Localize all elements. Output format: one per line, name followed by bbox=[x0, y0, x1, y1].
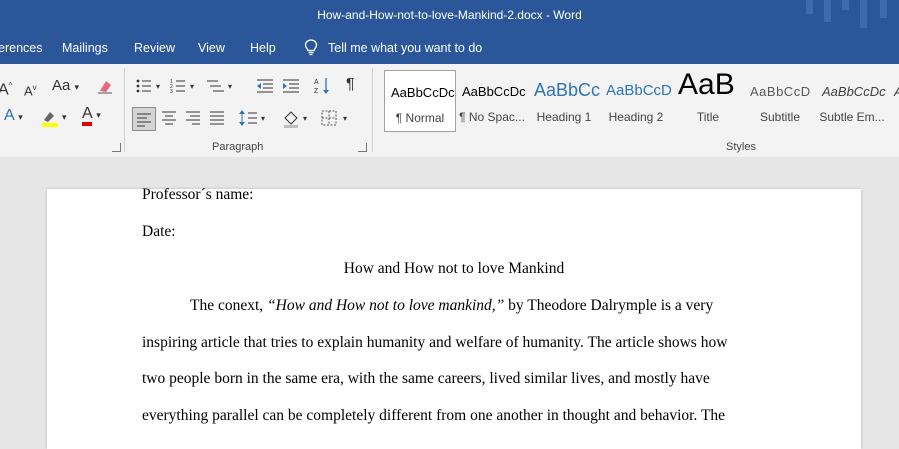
style-preview: AaBbCcD bbox=[606, 82, 672, 99]
svg-text:▾: ▾ bbox=[343, 114, 347, 123]
style-no-spacing[interactable]: AaBbCcDc ¶ No Spac... bbox=[456, 70, 528, 132]
change-case-button[interactable]: Aa ▾ bbox=[52, 78, 79, 95]
svg-text:▾: ▾ bbox=[228, 82, 232, 91]
line-spacing-icon[interactable]: ▾ bbox=[238, 108, 268, 132]
style-label: Title bbox=[696, 110, 720, 124]
highlight-icon[interactable]: ▾ bbox=[40, 108, 70, 132]
tab-help[interactable]: Help bbox=[250, 41, 276, 55]
bullets-icon[interactable]: ▾ bbox=[136, 78, 164, 98]
text-effects-button[interactable]: A ▾ bbox=[4, 108, 23, 125]
style-preview: AaBbCc bbox=[534, 80, 600, 100]
style-more[interactable]: A bbox=[888, 70, 899, 132]
paragraph-line: two people born in the same era, with th… bbox=[142, 370, 710, 387]
tab-review[interactable]: Review bbox=[134, 41, 175, 55]
increase-indent-icon[interactable] bbox=[282, 78, 300, 98]
style-label: Subtle Em... bbox=[819, 110, 885, 124]
titlebar-decoration bbox=[880, 0, 887, 18]
title-bar: How-and-How-not-to-love-Mankind-2.docx -… bbox=[0, 0, 899, 32]
style-title[interactable]: AaB Title bbox=[672, 70, 744, 132]
document-area[interactable]: Professor´s name: Date: How and How not … bbox=[0, 157, 899, 449]
style-preview: A bbox=[888, 84, 899, 99]
show-marks-button[interactable]: ¶ bbox=[346, 77, 355, 93]
svg-text:▾: ▾ bbox=[190, 82, 194, 91]
ribbon-tabs: erences Mailings Review View Help Tell m… bbox=[0, 32, 899, 64]
shrink-font-button[interactable]: Av bbox=[24, 80, 37, 99]
titlebar-decoration bbox=[842, 0, 849, 10]
titlebar-decoration bbox=[806, 0, 813, 14]
style-heading-2[interactable]: AaBbCcD Heading 2 bbox=[600, 70, 672, 132]
align-left-icon[interactable] bbox=[132, 107, 156, 131]
style-subtitle[interactable]: AaBbCcD Subtitle bbox=[744, 70, 816, 132]
tab-references[interactable]: erences bbox=[0, 41, 42, 55]
grow-font-button[interactable]: A^ bbox=[0, 78, 12, 98]
sort-icon[interactable]: AZ bbox=[314, 76, 332, 100]
style-preview: AaBbCcDc bbox=[391, 85, 455, 100]
style-label: Heading 1 bbox=[536, 110, 592, 124]
paragraph-line: everything parallel can be completely di… bbox=[142, 407, 726, 424]
date-line: Date: bbox=[142, 223, 176, 240]
svg-text:▾: ▾ bbox=[303, 114, 307, 123]
font-dialog-launcher[interactable] bbox=[112, 143, 121, 152]
style-normal[interactable]: AaBbCcDc ¶ Normal bbox=[384, 70, 456, 132]
svg-text:Z: Z bbox=[314, 88, 319, 95]
align-center-icon[interactable] bbox=[160, 108, 178, 132]
document-page[interactable]: Professor´s name: Date: How and How not … bbox=[47, 186, 861, 449]
paragraph-dialog-launcher[interactable] bbox=[358, 143, 367, 152]
professor-name-line: Professor´s name: bbox=[142, 186, 254, 203]
paragraph-rest: by Theodore Dalrymple is a very bbox=[504, 297, 714, 314]
tell-me-label: Tell me what you want to do bbox=[328, 40, 483, 55]
multilevel-list-icon[interactable]: ▾ bbox=[206, 78, 236, 98]
paragraph-line: The conext, “How and How not to love man… bbox=[142, 297, 810, 315]
numbering-icon[interactable]: 1 2 3 ▾ bbox=[170, 78, 198, 98]
style-preview: AaBbCcDc bbox=[822, 84, 886, 99]
style-label: Heading 2 bbox=[608, 110, 664, 124]
svg-text:A: A bbox=[314, 79, 319, 86]
borders-icon[interactable]: ▾ bbox=[320, 108, 354, 132]
svg-text:▾: ▾ bbox=[156, 82, 160, 91]
justify-icon[interactable] bbox=[208, 108, 226, 132]
svg-text:▾: ▾ bbox=[261, 114, 265, 123]
svg-text:▾: ▾ bbox=[62, 112, 67, 122]
style-subtle-emphasis[interactable]: AaBbCcDc Subtle Em... bbox=[816, 70, 888, 132]
tell-me-box[interactable]: Tell me what you want to do bbox=[304, 39, 482, 56]
separator bbox=[124, 68, 125, 152]
clear-formatting-icon[interactable] bbox=[96, 77, 114, 99]
shading-icon[interactable]: ▾ bbox=[282, 108, 312, 132]
style-preview: AaBbCcDc bbox=[462, 84, 526, 99]
style-label: ¶ Normal bbox=[395, 111, 445, 125]
titlebar-decoration bbox=[824, 0, 831, 22]
tab-view[interactable]: View bbox=[198, 41, 225, 55]
styles-group-label: Styles bbox=[726, 141, 756, 153]
tab-mailings[interactable]: Mailings bbox=[62, 41, 108, 55]
ribbon: A^ Av Aa ▾ A ▾ ▾ A ▾ ▾ 123▾ ▾ AZ ¶ ▾ bbox=[0, 64, 899, 158]
titlebar-decoration bbox=[860, 0, 867, 28]
style-heading-1[interactable]: AaBbCc Heading 1 bbox=[528, 70, 600, 132]
paragraph-group-label: Paragraph bbox=[212, 141, 264, 153]
svg-text:3: 3 bbox=[170, 89, 173, 94]
lightbulb-icon bbox=[304, 39, 318, 56]
style-label: Subtitle bbox=[759, 110, 801, 124]
paragraph-line: inspiring article that tries to explain … bbox=[142, 334, 728, 351]
window-title: How-and-How-not-to-love-Mankind-2.docx -… bbox=[317, 8, 582, 22]
style-label: ¶ No Spac... bbox=[459, 110, 525, 124]
separator bbox=[372, 68, 373, 152]
styles-gallery: AaBbCcDc ¶ Normal AaBbCcDc ¶ No Spac... AaBb… bbox=[380, 70, 899, 132]
font-color-button[interactable]: A ▾ bbox=[82, 105, 101, 126]
style-preview: AaBbCcD bbox=[750, 84, 811, 99]
paragraph-start: The conext, bbox=[190, 297, 268, 314]
align-right-icon[interactable] bbox=[184, 108, 202, 132]
decrease-indent-icon[interactable] bbox=[256, 78, 274, 98]
style-preview: AaB bbox=[678, 70, 735, 101]
document-title: How and How not to love Mankind bbox=[343, 260, 565, 277]
italic-article-title: “How and How not to love mankind,” bbox=[267, 297, 505, 314]
